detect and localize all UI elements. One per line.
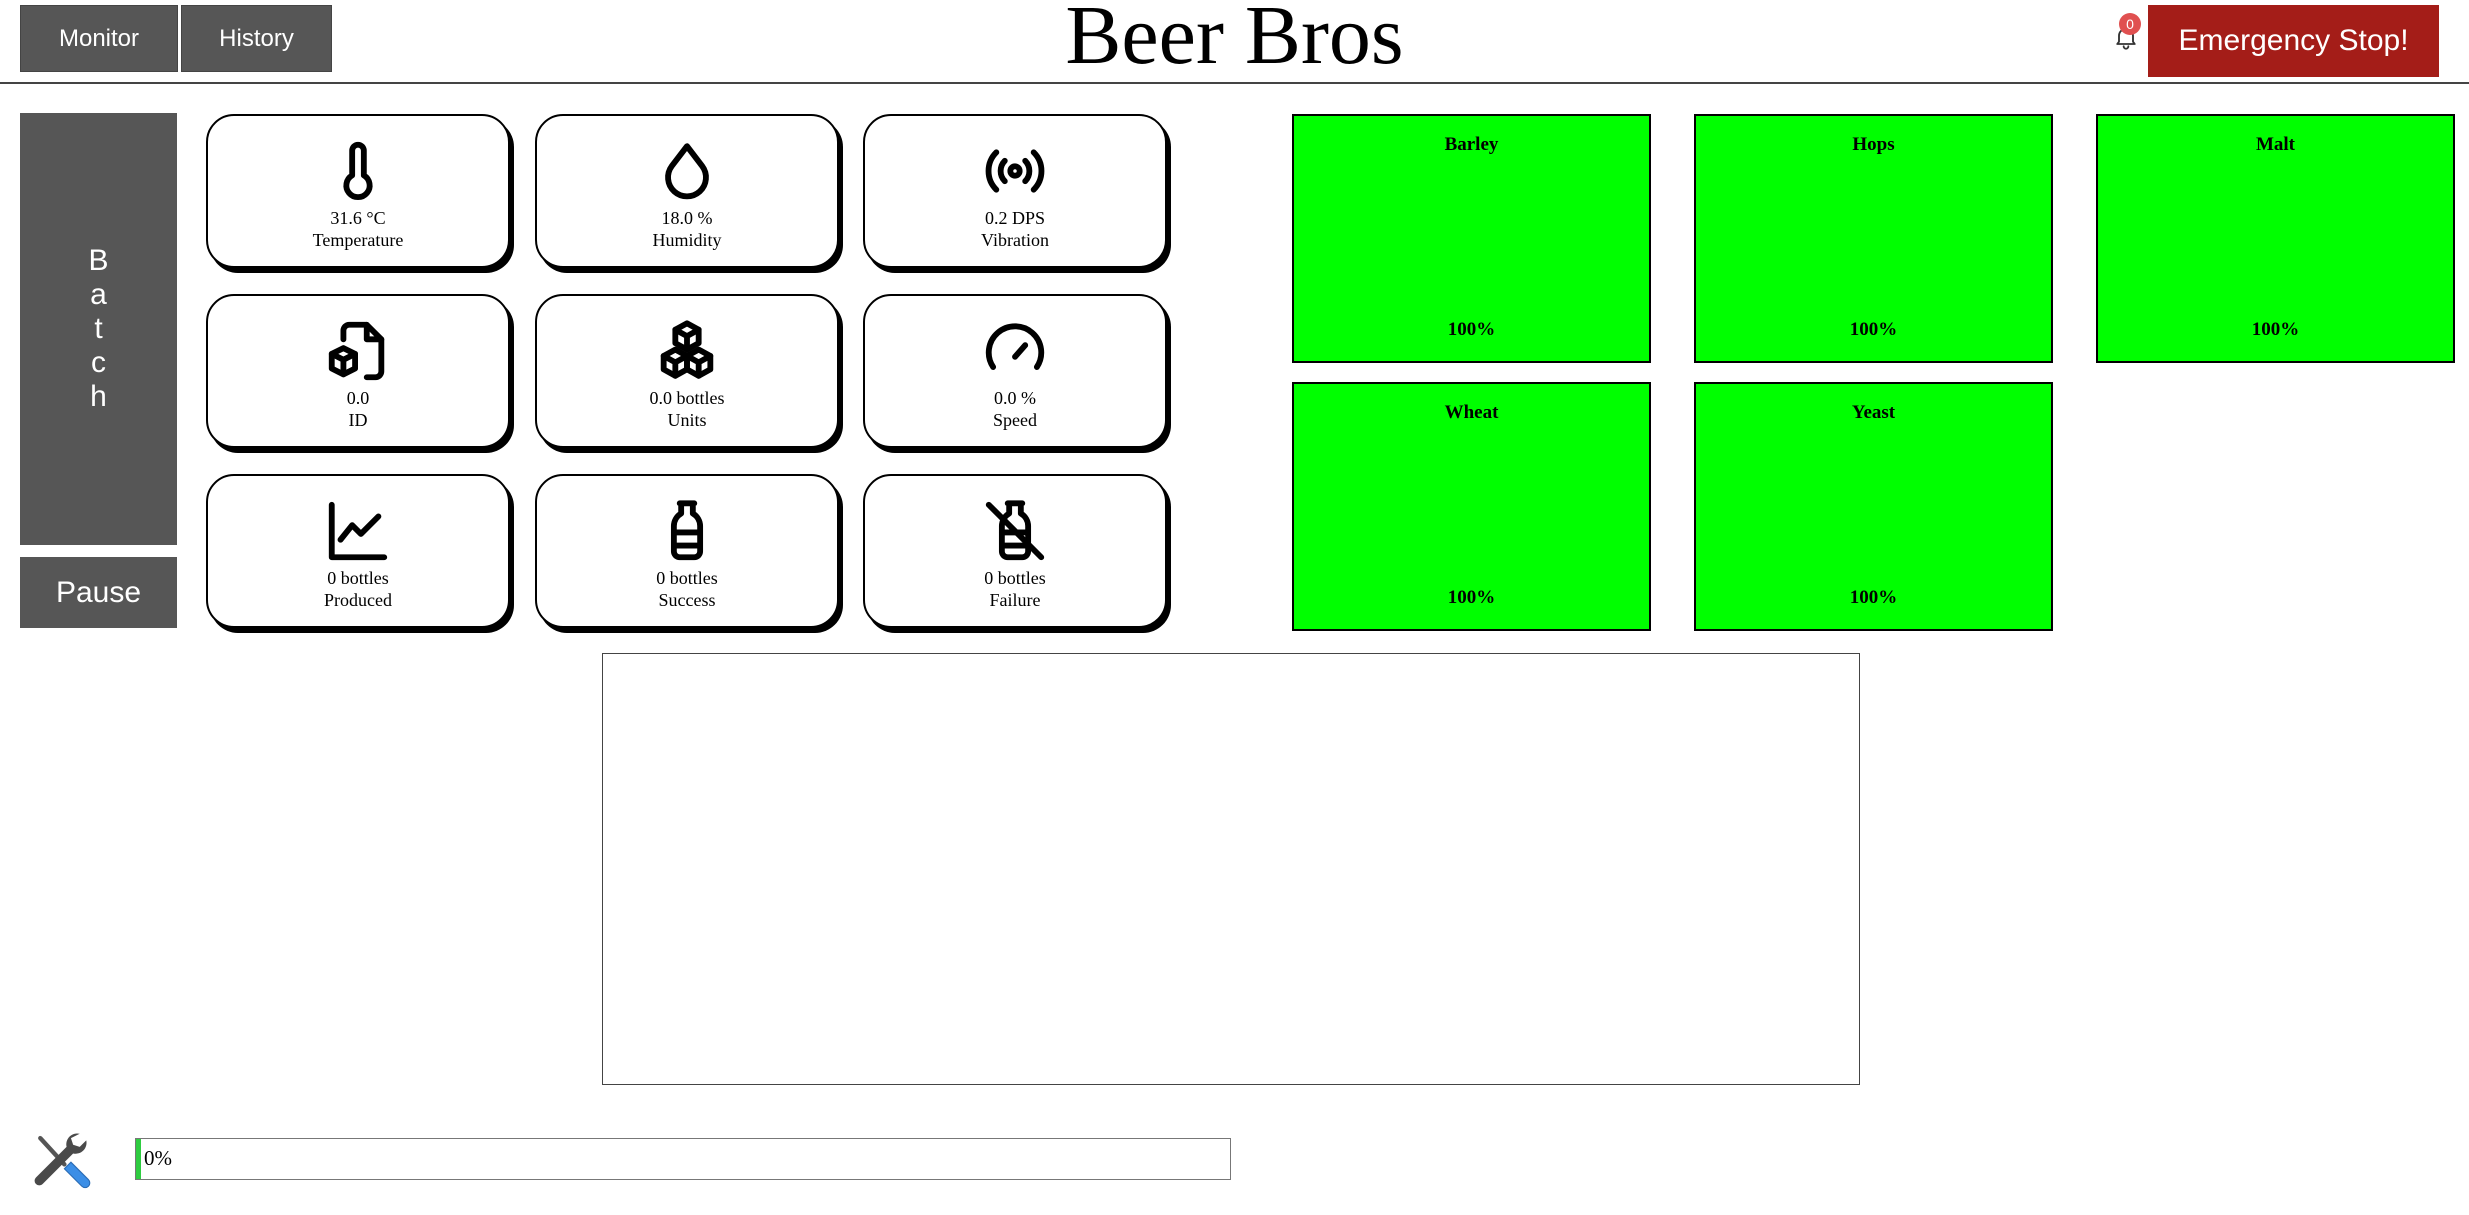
progress-bar[interactable]: 0%: [135, 1138, 1231, 1180]
page-title: Beer Bros: [1065, 0, 1404, 82]
ingredient-tile-malt: Malt 100%: [2096, 114, 2455, 363]
chart-line-icon: [328, 501, 388, 561]
metric-card-failure: 0 bottles Failure: [863, 474, 1167, 628]
metric-card-id: 0.0 ID: [206, 294, 510, 448]
metric-card-vibration: 0.2 DPS Vibration: [863, 114, 1167, 268]
metric-label: Vibration: [981, 230, 1049, 250]
metric-value: 0 bottles: [327, 568, 389, 588]
metric-value: 31.6 °C: [330, 208, 386, 228]
metric-card-speed: 0.0 % Speed: [863, 294, 1167, 448]
tools-icon[interactable]: [24, 1125, 96, 1195]
ingredient-level: 100%: [1447, 587, 1496, 608]
batch-label: B a t c h: [88, 244, 108, 414]
metric-value: 0.2 DPS: [984, 208, 1046, 228]
metric-label: Success: [658, 590, 716, 610]
notification-badge: 0: [2119, 13, 2141, 35]
metric-card-success: 0 bottles Success: [535, 474, 839, 628]
metric-label: Humidity: [652, 230, 722, 250]
metric-label: ID: [348, 410, 368, 430]
ingredient-name: Yeast: [1851, 402, 1896, 423]
header-divider: [0, 82, 2469, 84]
metric-value: 0.0: [346, 388, 370, 408]
progress-fill: [136, 1139, 141, 1179]
metric-label: Speed: [993, 410, 1037, 430]
metric-value: 0 bottles: [984, 568, 1046, 588]
ingredient-level: 100%: [2251, 319, 2300, 340]
metric-value: 0.0 bottles: [649, 388, 725, 408]
metric-card-units: 0.0 bottles Units: [535, 294, 839, 448]
ingredient-tile-barley: Barley 100%: [1292, 114, 1651, 363]
metric-value: 0.0 %: [994, 388, 1036, 408]
metric-label: Units: [667, 410, 707, 430]
droplet-icon: [665, 143, 709, 200]
boxes-icon: [660, 320, 714, 379]
pause-button[interactable]: Pause: [20, 557, 177, 628]
batch-button[interactable]: B a t c h: [20, 113, 177, 545]
ingredient-tile-hops: Hops 100%: [1694, 114, 2053, 363]
batch-letter: c: [90, 346, 106, 379]
metric-card-temperature: 31.6 °C Temperature: [206, 114, 510, 268]
metric-card-humidity: 18.0 % Humidity: [535, 114, 839, 268]
batch-letter: a: [90, 278, 107, 311]
metric-value: 18.0 %: [661, 208, 713, 228]
ingredient-tile-yeast: Yeast 100%: [1694, 382, 2053, 631]
progress-text: 0%: [144, 1146, 172, 1170]
ingredient-level: 100%: [1849, 319, 1898, 340]
metric-label: Produced: [324, 590, 392, 610]
batch-letter: t: [94, 312, 103, 345]
emergency-stop-button[interactable]: Emergency Stop!: [2148, 5, 2439, 77]
metric-card-produced: 0 bottles Produced: [206, 474, 510, 628]
bottle-off-icon: [985, 500, 1045, 561]
ingredient-name: Malt: [2255, 134, 2296, 155]
ingredient-name: Barley: [1444, 134, 1499, 155]
metric-value: 0 bottles: [656, 568, 718, 588]
ingredient-tile-wheat: Wheat 100%: [1292, 382, 1651, 631]
file-cube-icon: [328, 321, 385, 381]
ingredient-level: 100%: [1447, 319, 1496, 340]
batch-letter: B: [88, 244, 109, 277]
ingredient-name: Hops: [1852, 134, 1895, 155]
gauge-icon: [985, 323, 1045, 370]
metric-label: Temperature: [312, 230, 404, 250]
ingredient-name: Wheat: [1444, 402, 1499, 423]
vibration-icon: [985, 149, 1045, 193]
bottle-icon: [670, 500, 704, 561]
metric-label: Failure: [989, 590, 1041, 610]
ingredient-level: 100%: [1849, 587, 1898, 608]
thermometer-icon: [343, 141, 373, 201]
chart-panel: [602, 653, 1860, 1085]
batch-letter: h: [90, 380, 107, 413]
